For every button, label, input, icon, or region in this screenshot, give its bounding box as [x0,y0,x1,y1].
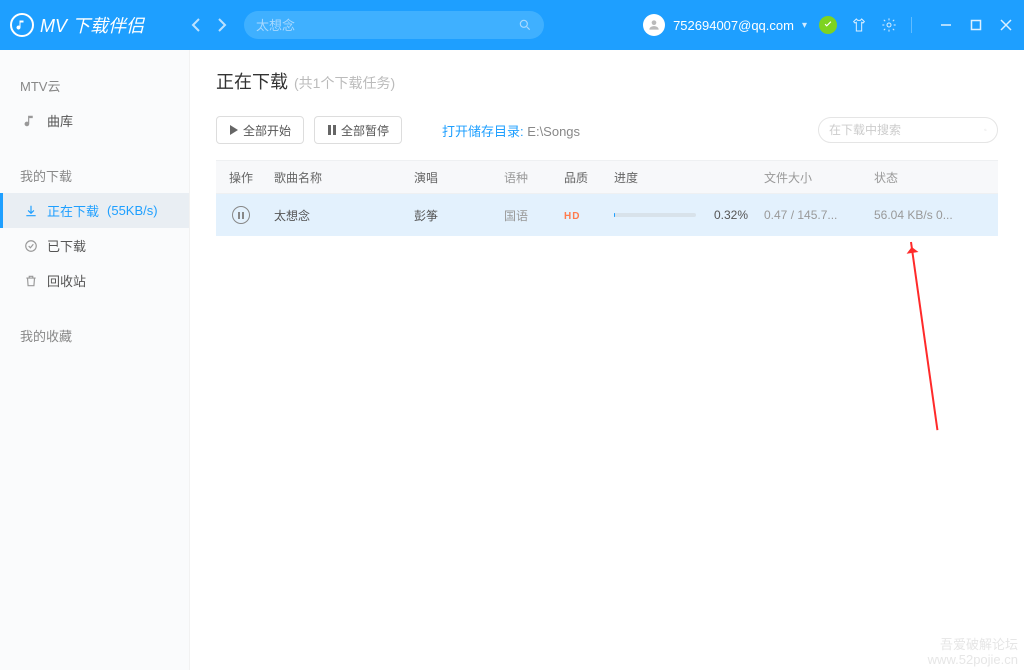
filter-search-input[interactable] [829,123,984,137]
col-status: 状态 [866,169,998,186]
minimize-button[interactable] [938,17,954,33]
sidebar-item-label: 回收站 [47,271,86,290]
sidebar-item-downloading[interactable]: 正在下载 (55KB/s) [0,193,189,228]
table-row[interactable]: 太想念 彭筝 国语 HD 0.32% 0.47 / 145.7... 56.04… [216,194,998,236]
search-icon [984,124,987,136]
hd-badge: HD [564,211,580,222]
global-search-input[interactable] [256,18,518,33]
play-icon [229,125,239,135]
downloads-table: 操作 歌曲名称 演唱 语种 品质 进度 文件大小 状态 太想念 彭筝 国语 HD [216,160,998,236]
skin-icon[interactable] [851,17,867,33]
pause-icon [327,125,337,135]
title-actions [819,16,1014,34]
sidebar-section-mtv: MTV云 [0,68,189,103]
col-progress: 进度 [606,169,756,186]
annotation-arrow [910,242,938,430]
user-email: 752694007@qq.com [673,18,794,33]
row-progress: 0.32% [606,208,756,222]
search-icon [518,18,532,32]
watermark: 吾爱破解论坛 www.52pojie.cn [928,637,1018,668]
settings-icon[interactable] [881,17,897,33]
start-all-button[interactable]: 全部开始 [216,116,304,144]
global-search[interactable] [244,11,544,39]
open-folder-link[interactable]: 打开储存目录: E:\Songs [442,121,580,140]
sidebar-item-label: 正在下载 [47,201,99,220]
user-account[interactable]: 752694007@qq.com ▾ [643,14,807,36]
sidebar: MTV云 曲库 我的下载 正在下载 (55KB/s) 已下载 [0,50,190,670]
close-button[interactable] [998,17,1014,33]
nav-back-button[interactable] [184,13,208,37]
col-size: 文件大小 [756,169,866,186]
toolbar: 全部开始 全部暂停 打开储存目录: E:\Songs [216,116,998,144]
trash-icon [23,273,39,289]
nav-arrows [184,13,234,37]
sidebar-item-library[interactable]: 曲库 [0,103,189,138]
app-logo: MV 下载伴侣 [10,12,144,38]
col-lang: 语种 [496,169,556,186]
sidebar-item-label: 曲库 [47,111,73,130]
pause-all-button[interactable]: 全部暂停 [314,116,402,144]
row-status: 56.04 KB/s 0... [866,208,998,222]
col-quality: 品质 [556,169,606,186]
row-name: 太想念 [266,207,406,224]
col-name: 歌曲名称 [266,169,406,186]
row-size: 0.47 / 145.7... [756,208,866,222]
sidebar-item-label: 已下载 [47,236,86,255]
sidebar-item-recycle[interactable]: 回收站 [0,263,189,298]
page-subtitle: (共1个下载任务) [294,73,395,93]
nav-forward-button[interactable] [210,13,234,37]
sidebar-section-downloads: 我的下载 [0,158,189,193]
filter-search[interactable] [818,117,998,143]
notification-badge[interactable] [819,16,837,34]
col-op: 操作 [216,169,266,186]
chevron-down-icon: ▾ [802,20,807,31]
maximize-button[interactable] [968,17,984,33]
main: 正在下载 (共1个下载任务) 全部开始 全部暂停 打开储存目录: E:\Song… [190,50,1024,670]
row-op [216,206,266,224]
download-icon [23,203,39,219]
progress-bar [614,213,696,217]
pause-row-button[interactable] [232,206,250,224]
row-artist: 彭筝 [406,207,496,224]
page-title: 正在下载 [216,68,288,94]
sidebar-item-downloaded[interactable]: 已下载 [0,228,189,263]
check-circle-icon [23,238,39,254]
col-artist: 演唱 [406,169,496,186]
titlebar: MV 下载伴侣 752694007@qq.com ▾ [0,0,1024,50]
sidebar-section-favorites: 我的收藏 [0,318,189,353]
progress-pct: 0.32% [704,208,748,222]
row-lang: 国语 [496,207,556,224]
sidebar-speed: (55KB/s) [107,203,158,218]
music-icon [23,113,39,129]
avatar-icon [643,14,665,36]
row-quality: HD [556,208,606,222]
table-header: 操作 歌曲名称 演唱 语种 品质 进度 文件大小 状态 [216,160,998,194]
page-title-row: 正在下载 (共1个下载任务) [216,68,998,94]
app-title: MV 下载伴侣 [40,12,144,38]
logo-icon [10,13,34,37]
